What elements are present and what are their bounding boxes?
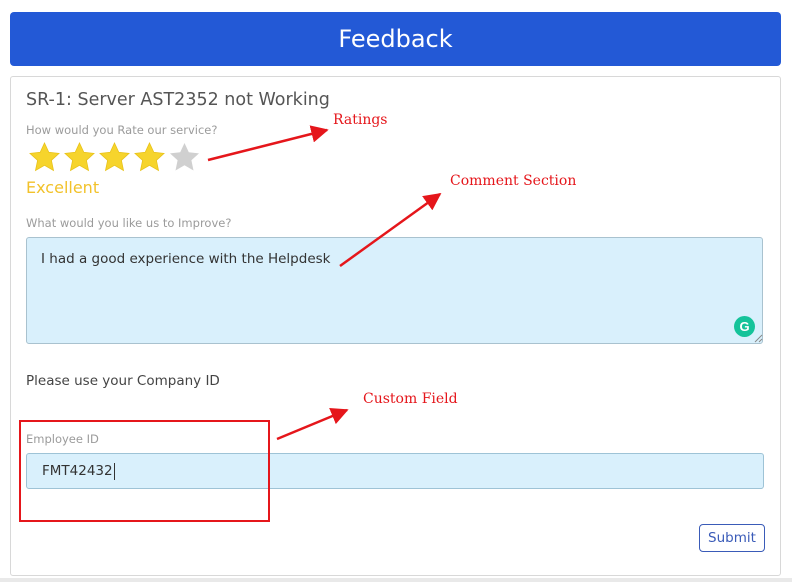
star-icon[interactable]: [132, 141, 167, 173]
comment-text: I had a good experience with the Helpdes…: [41, 251, 331, 267]
page-header-title: Feedback: [338, 25, 453, 53]
improve-question: What would you like us to Improve?: [26, 216, 232, 230]
ratings-annotation: Ratings: [333, 112, 388, 128]
resize-handle-icon[interactable]: [754, 334, 763, 343]
page-header: Feedback: [10, 12, 781, 66]
custom-field-annotation: Custom Field: [363, 391, 458, 407]
submit-button[interactable]: Submit: [699, 524, 765, 552]
star-icon[interactable]: [62, 141, 97, 173]
grammarly-icon[interactable]: G: [734, 316, 755, 337]
star-icon[interactable]: [97, 141, 132, 173]
rating-label: Excellent: [26, 178, 100, 197]
request-title: SR-1: Server AST2352 not Working: [26, 90, 330, 110]
comment-section-annotation: Comment Section: [450, 173, 577, 189]
bottom-divider: [0, 578, 792, 582]
custom-field-highlight: [19, 420, 270, 522]
star-icon[interactable]: [167, 141, 202, 173]
comment-textarea[interactable]: I had a good experience with the Helpdes…: [26, 237, 763, 344]
rating-question: How would you Rate our service?: [26, 123, 218, 137]
star-rating[interactable]: [27, 141, 202, 173]
company-id-note: Please use your Company ID: [26, 373, 220, 389]
star-icon[interactable]: [27, 141, 62, 173]
